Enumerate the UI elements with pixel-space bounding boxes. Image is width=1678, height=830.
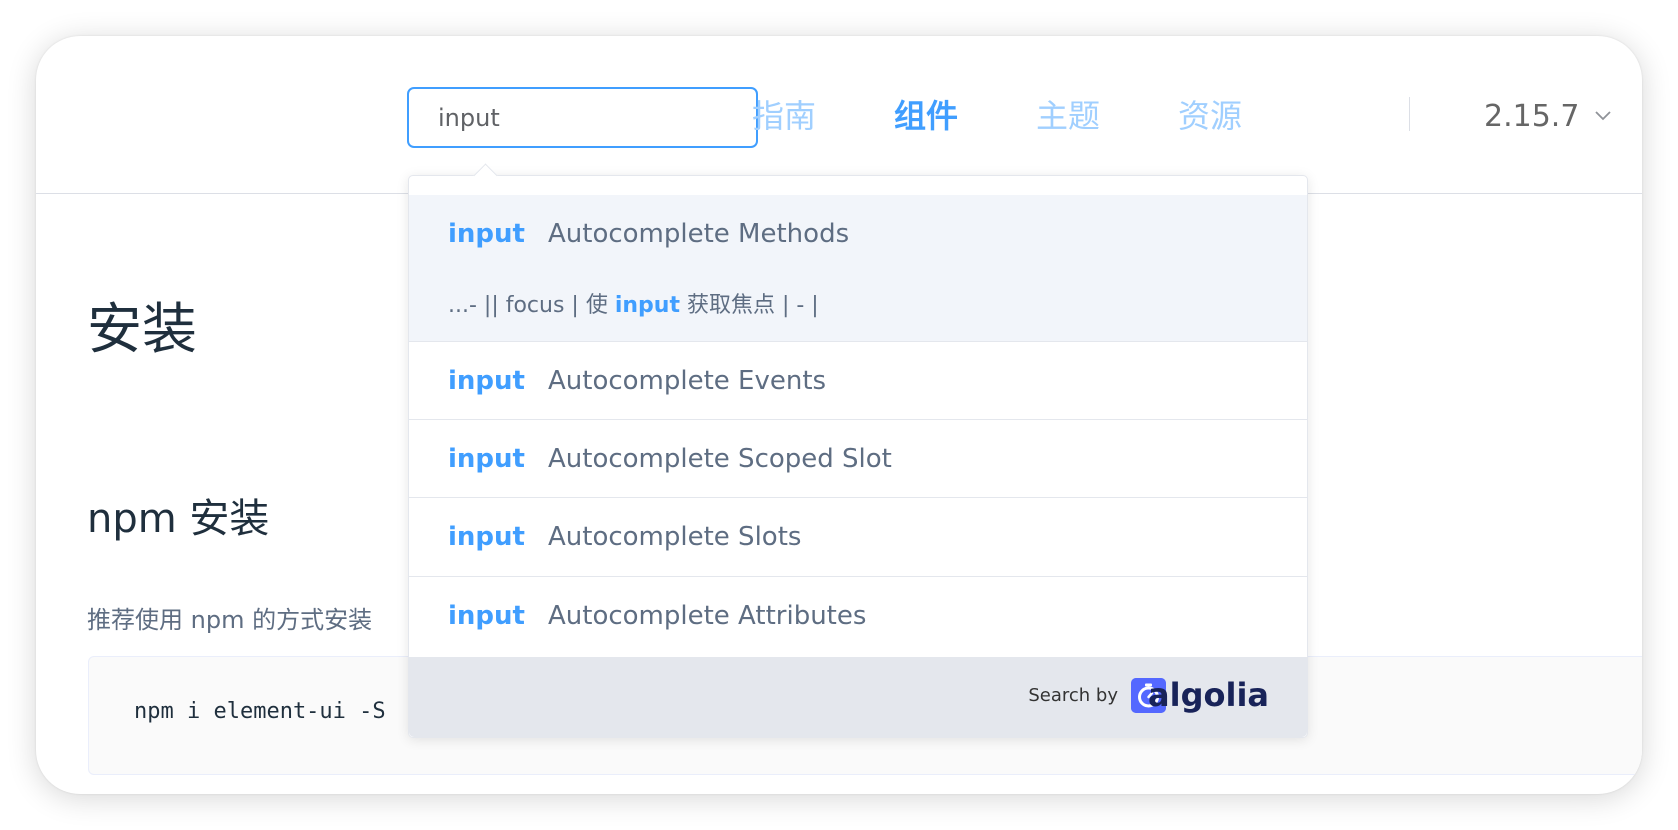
nav-resources[interactable]: 资源 bbox=[1178, 92, 1242, 140]
nav-theme[interactable]: 主题 bbox=[1036, 92, 1100, 140]
suggestion-item[interactable]: input Autocomplete Slots bbox=[409, 498, 1307, 577]
suggestion-hit: input bbox=[448, 601, 525, 631]
suggestion-title: Autocomplete Slots bbox=[547, 522, 802, 552]
browser-window: 指南 组件 主题 资源 2.15.7 安装 npm 安装 推荐使用 npm 的方… bbox=[36, 36, 1642, 794]
top-header: 指南 组件 主题 资源 2.15.7 bbox=[36, 36, 1642, 194]
algolia-logo-text: algolia bbox=[1148, 676, 1269, 714]
suggestion-item[interactable]: input Autocomplete Attributes bbox=[409, 577, 1307, 656]
search-suggestions: input Autocomplete Methods ...- || focus… bbox=[408, 163, 1308, 738]
suggestion-item[interactable]: input Autocomplete Scoped Slot bbox=[409, 420, 1307, 498]
suggestion-title: Autocomplete Attributes bbox=[547, 601, 867, 631]
install-command: npm i element-ui -S bbox=[134, 699, 386, 724]
nav-components[interactable]: 组件 bbox=[894, 92, 958, 140]
search-input[interactable] bbox=[407, 87, 758, 148]
page-title: 安装 bbox=[87, 297, 198, 361]
version-selector[interactable]: 2.15.7 bbox=[1484, 94, 1579, 140]
suggestion-item[interactable]: input Autocomplete Methods ...- || focus… bbox=[409, 195, 1307, 342]
algolia-footer[interactable]: Search by algolia bbox=[409, 657, 1307, 737]
suggestion-title: Autocomplete Scoped Slot bbox=[547, 444, 892, 474]
suggestion-hit: input bbox=[448, 522, 525, 552]
chevron-down-icon[interactable] bbox=[1594, 106, 1612, 124]
nav-divider bbox=[1409, 97, 1410, 131]
suggestion-title: Autocomplete Events bbox=[547, 366, 827, 396]
suggestion-title: Autocomplete Methods bbox=[547, 219, 850, 249]
suggestion-hit: input bbox=[448, 444, 525, 474]
section-description: 推荐使用 npm 的方式安装 bbox=[87, 606, 373, 634]
section-heading: npm 安装 bbox=[87, 496, 270, 542]
suggestion-hit: input bbox=[448, 366, 525, 396]
suggestion-hit: input bbox=[448, 219, 525, 249]
search-by-label: Search by bbox=[1028, 685, 1118, 706]
suggestion-item[interactable]: input Autocomplete Events bbox=[409, 342, 1307, 420]
suggestion-snippet: ...- || focus | 使 input 获取焦点 | - | bbox=[448, 293, 819, 318]
nav-guide[interactable]: 指南 bbox=[752, 92, 816, 140]
